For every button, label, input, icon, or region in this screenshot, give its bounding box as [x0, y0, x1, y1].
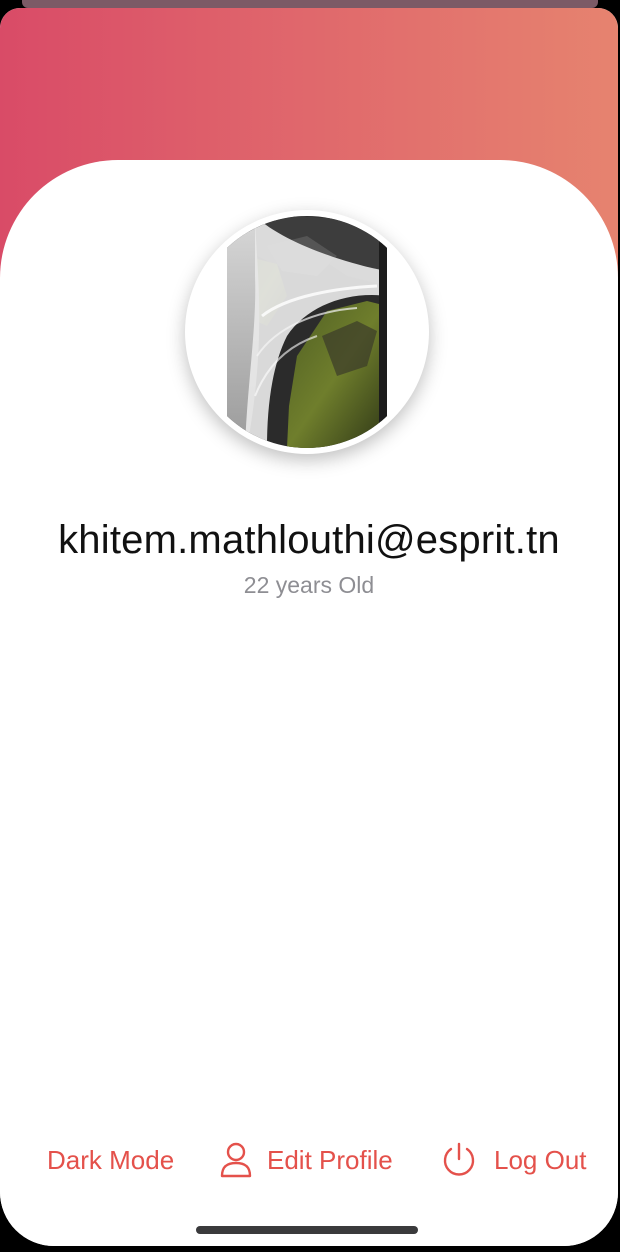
- avatar[interactable]: [185, 210, 429, 454]
- device-frame: khitem.mathlouthi@esprit.tn 22 years Old…: [0, 0, 620, 1252]
- power-icon: [440, 1141, 478, 1179]
- dark-mode-button[interactable]: Dark Mode: [47, 1138, 174, 1182]
- home-indicator[interactable]: [196, 1226, 418, 1234]
- log-out-label: Log Out: [494, 1144, 587, 1175]
- dark-mode-label: Dark Mode: [47, 1144, 175, 1175]
- edit-profile-button[interactable]: Edit Profile: [219, 1138, 393, 1182]
- avatar-photo: [227, 216, 387, 448]
- action-bar: Dark Mode Edit Profile Log Out: [0, 1138, 618, 1182]
- user-email: khitem.mathlouthi@esprit.tn: [58, 518, 560, 562]
- log-out-button[interactable]: Log Out: [440, 1138, 587, 1182]
- person-icon: [219, 1142, 253, 1178]
- top-bezel: [22, 0, 598, 8]
- avatar-inner: [191, 216, 423, 448]
- edit-profile-label: Edit Profile: [267, 1144, 393, 1175]
- user-age: 22 years Old: [243, 572, 375, 598]
- screen: khitem.mathlouthi@esprit.tn 22 years Old…: [0, 8, 618, 1246]
